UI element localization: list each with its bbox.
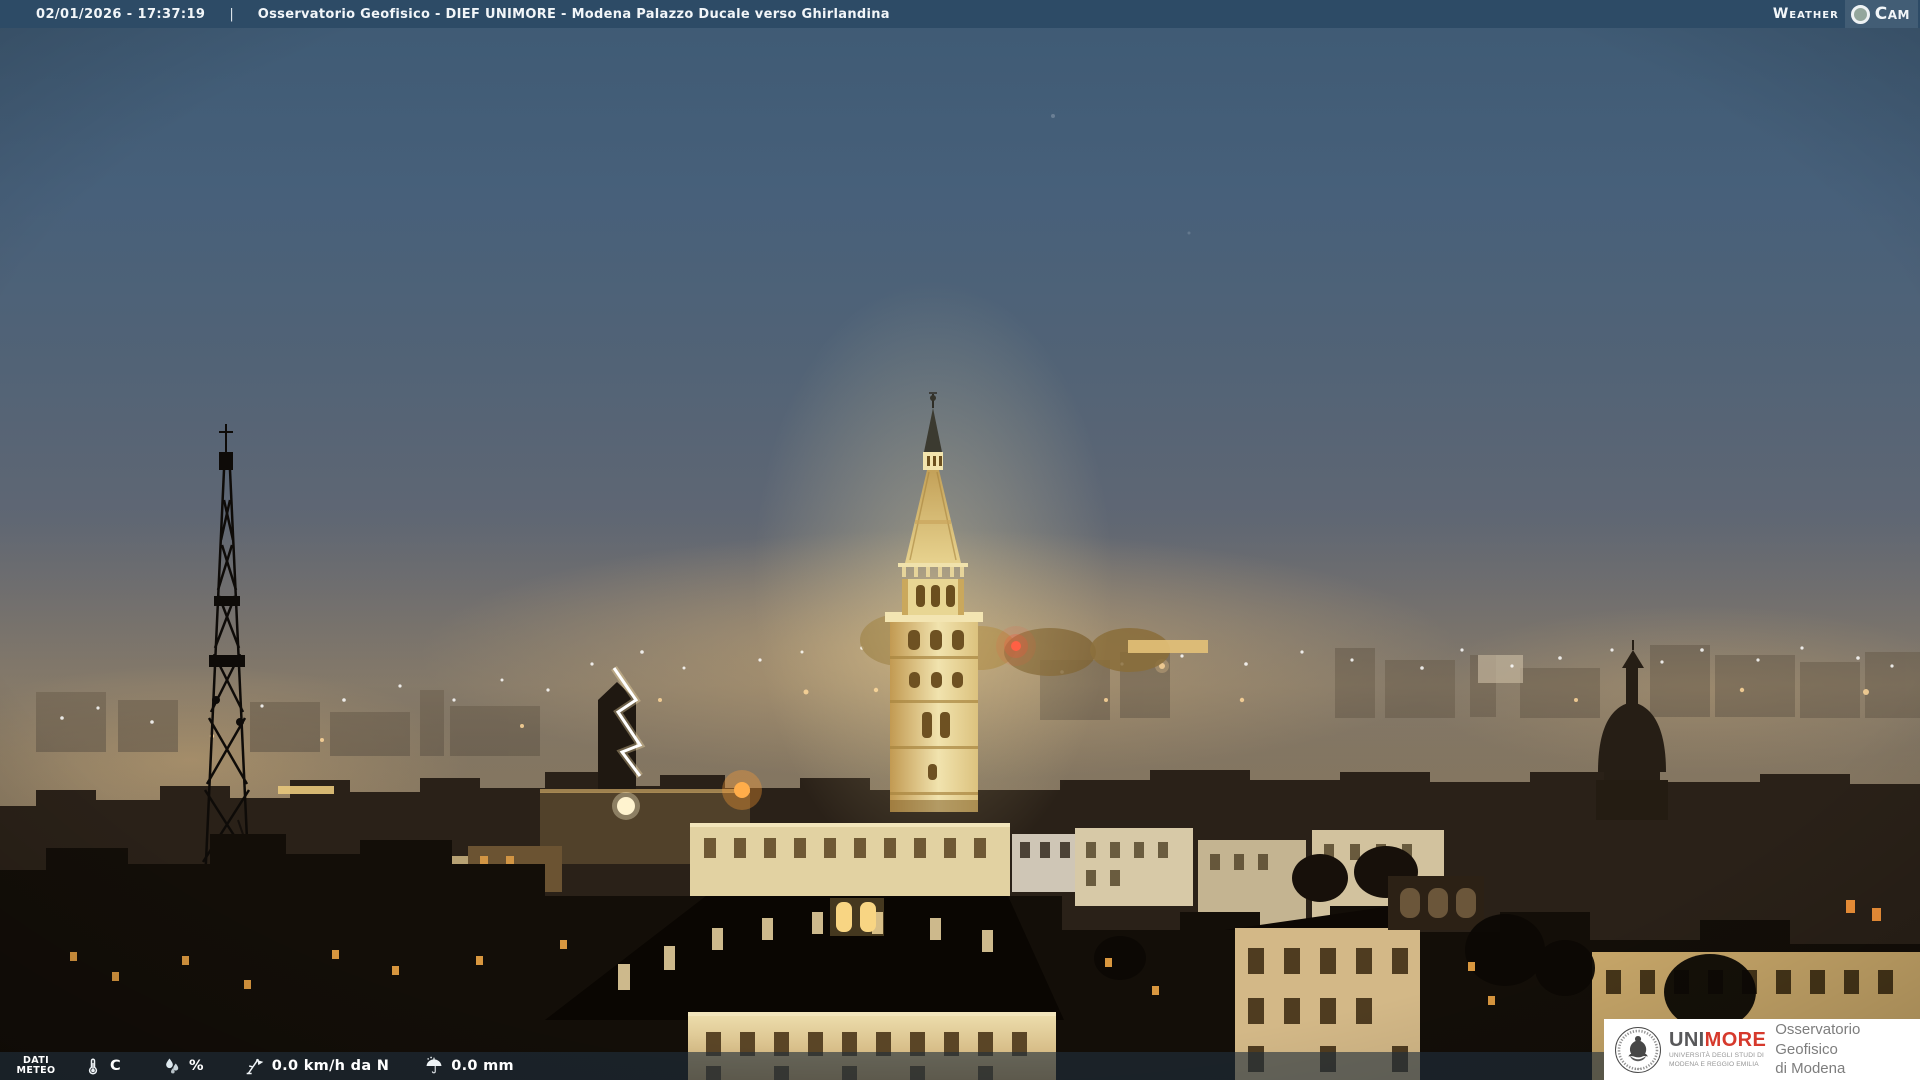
top-overlay-bar: 02/01/2026 - 17:37:19 | Osservatorio Geo… bbox=[0, 0, 1920, 28]
weathercam-weather-text: Weather bbox=[1772, 6, 1839, 22]
webcam-title: Osservatorio Geofisico - DIEF UNIMORE - … bbox=[257, 6, 890, 22]
university-subtitle: UNIVERSITÀ DEGLI STUDI DI MODENA E REGGI… bbox=[1669, 1052, 1764, 1068]
brand-uni-text: UNI bbox=[1669, 1029, 1705, 1052]
weathercam-badge: Cam bbox=[1844, 0, 1918, 28]
svg-text:1175: 1175 bbox=[1635, 1067, 1642, 1071]
vignette bbox=[0, 0, 1920, 1080]
modena-skyline-scene bbox=[0, 0, 1920, 1080]
wind-value: 0.0 km/h da N bbox=[271, 1058, 390, 1074]
temperature-reading: C bbox=[82, 1055, 121, 1077]
camera-lens-icon bbox=[1850, 4, 1870, 24]
webcam-screenshot: 02/01/2026 - 17:37:19 | Osservatorio Geo… bbox=[0, 0, 1920, 1080]
observatory-name: Osservatorio Geofisico di Modena bbox=[1775, 1021, 1861, 1078]
temperature-value: C bbox=[110, 1058, 121, 1074]
rain-reading: 0.0 mm bbox=[423, 1055, 514, 1077]
webcam-photo bbox=[0, 0, 1920, 1080]
humidity-reading: % bbox=[161, 1055, 204, 1077]
rain-value: 0.0 mm bbox=[451, 1058, 514, 1074]
unimore-logo-box: 1175 UNIMORE UNIVERSITÀ DEGLI STUDI DI M… bbox=[1604, 1019, 1920, 1080]
weathercam-cam-text: Cam bbox=[1874, 4, 1910, 24]
thermometer-icon bbox=[82, 1055, 104, 1077]
unimore-wordmark: UNIMORE UNIVERSITÀ DEGLI STUDI DI MODENA… bbox=[1669, 1030, 1766, 1068]
umbrella-icon bbox=[423, 1055, 445, 1077]
brand-more-text: MORE bbox=[1704, 1029, 1767, 1052]
dati-meteo-label: DATI METEO bbox=[16, 1054, 56, 1076]
datetime-text: 02/01/2026 - 17:37:19 bbox=[36, 6, 206, 22]
unimore-seal-icon: 1175 bbox=[1615, 1026, 1661, 1073]
wind-vane-icon bbox=[244, 1055, 266, 1077]
separator: | bbox=[229, 6, 234, 22]
humidity-drops-icon bbox=[161, 1055, 183, 1077]
humidity-value: % bbox=[188, 1058, 204, 1074]
weathercam-logo: Weather Cam bbox=[1773, 0, 1918, 28]
wind-reading: 0.0 km/h da N bbox=[244, 1055, 389, 1077]
